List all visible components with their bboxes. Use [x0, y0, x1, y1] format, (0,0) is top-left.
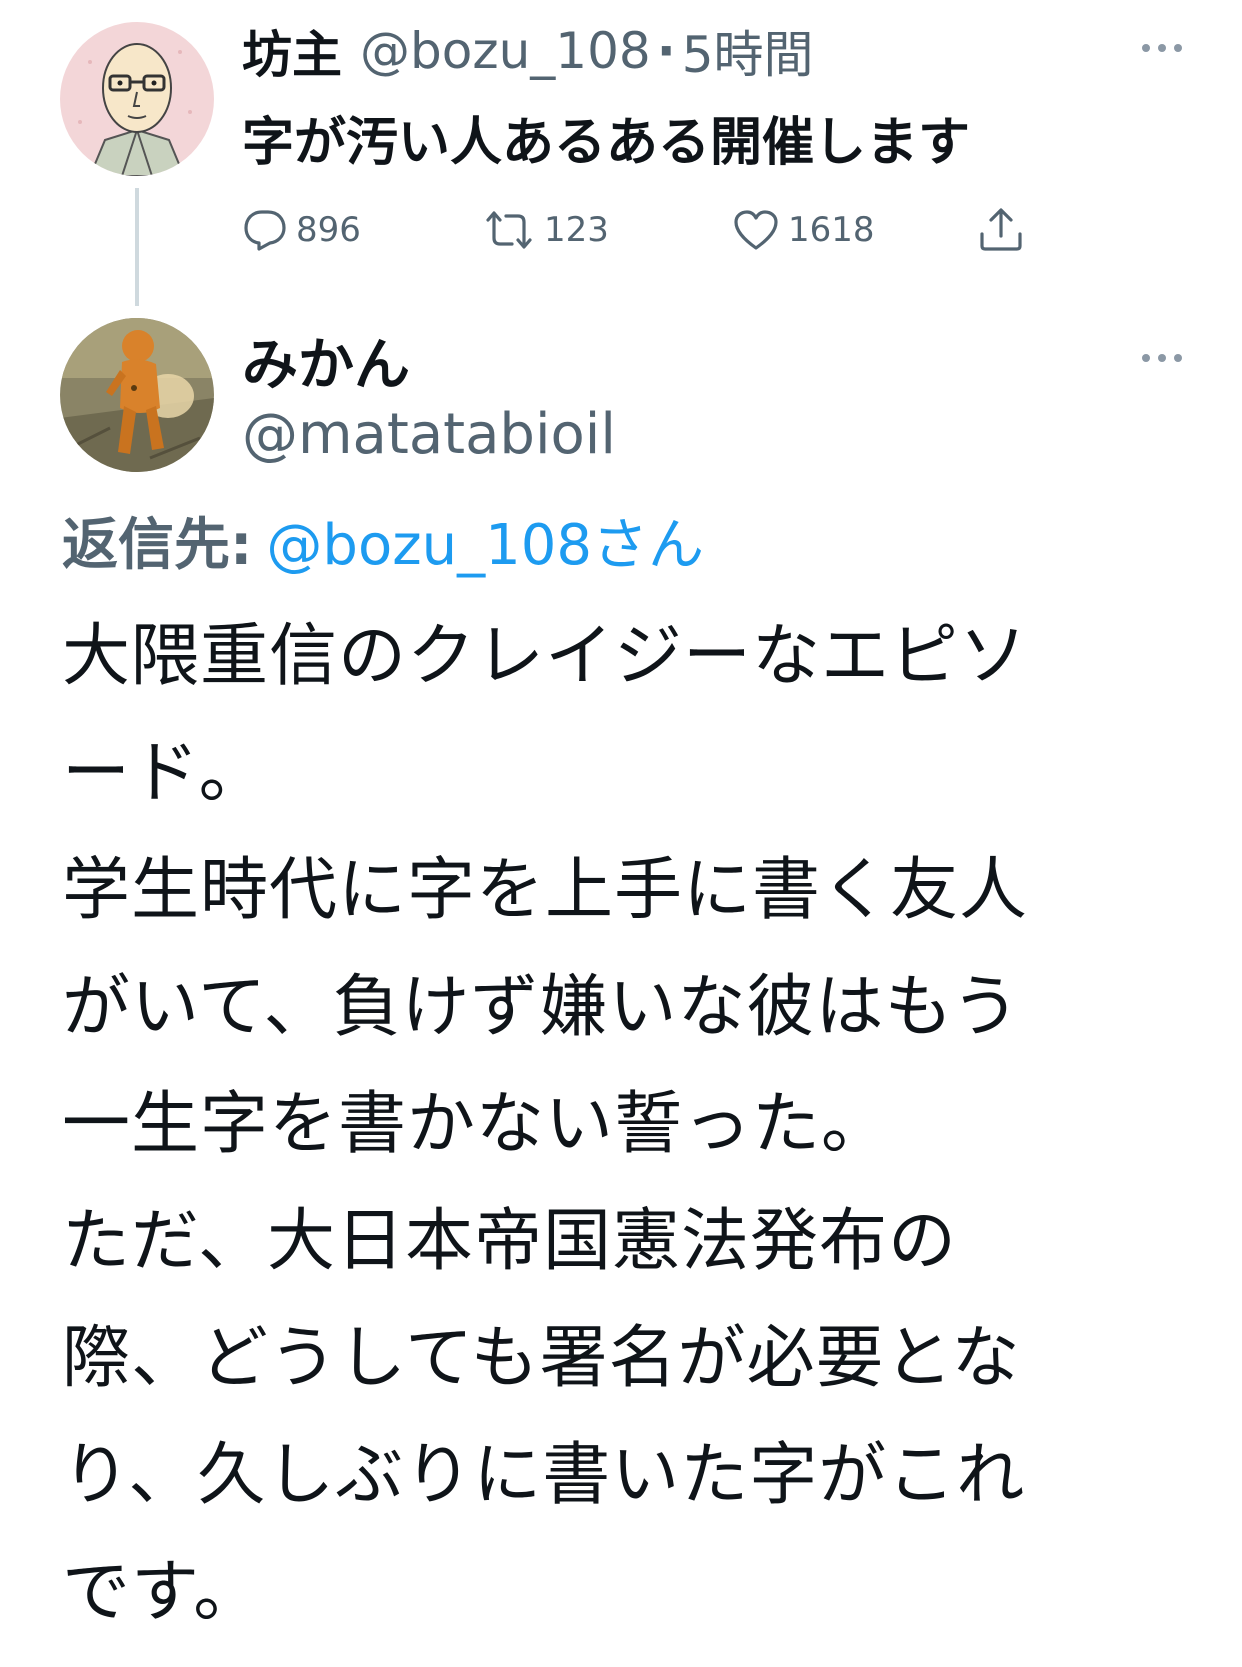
heart-icon: [734, 210, 778, 250]
retweet-arrows-icon: [486, 211, 532, 249]
reply-button[interactable]: 896: [242, 200, 361, 260]
reply-text-line: ただ、大日本帝国憲法発布の: [62, 1202, 957, 1281]
like-count: 1618: [788, 210, 875, 250]
replying-to-handle-link[interactable]: @bozu_108さん: [266, 513, 704, 578]
reply-bubble-icon: [244, 210, 286, 251]
reply-text-line: 学生時代に字を上手に書く友人: [62, 851, 1029, 930]
thread-line: [135, 188, 139, 306]
parent-tweet-text: 字が汚い人あるある開催します: [242, 113, 971, 173]
reply-text-line: です。: [62, 1553, 263, 1632]
reply-text-line: り、久しぶりに書いた字がこれ: [62, 1436, 1026, 1515]
replying-to: 返信先: @bozu_108さん: [62, 500, 704, 581]
parent-separator: ·: [656, 22, 676, 80]
parent-header: 坊主 @bozu_108 · 5時間: [242, 18, 814, 84]
parent-display-name[interactable]: 坊主: [242, 15, 342, 87]
orange-figure-avatar-icon: [60, 318, 214, 472]
share-upload-icon: [980, 208, 1022, 251]
reply-handle[interactable]: @matatabioil: [242, 402, 616, 467]
retweet-button[interactable]: 123: [482, 200, 609, 260]
retweet-count: 123: [544, 210, 609, 250]
share-button[interactable]: [977, 200, 1025, 260]
parent-more-icon[interactable]: [1142, 42, 1186, 54]
parent-actions: 896 123 1618: [242, 200, 1042, 260]
cartoon-monk-avatar-icon: [60, 22, 214, 176]
reply-text-line: 際、どうしても署名が必要とな: [62, 1319, 1021, 1398]
reply-text-line: 一生字を書かない誓った。: [62, 1085, 891, 1164]
reply-tweet-text: 大隈重信のクレイジーなエピソ ード。 学生時代に字を上手に書く友人 がいて、負け…: [62, 598, 1212, 1651]
reply-more-icon[interactable]: [1142, 352, 1186, 364]
like-button[interactable]: 1618: [732, 200, 875, 260]
reply-text-line: ード。: [62, 734, 268, 813]
parent-avatar[interactable]: [60, 22, 214, 176]
replying-to-label: 返信先:: [62, 513, 253, 578]
parent-handle[interactable]: @bozu_108: [360, 22, 651, 80]
reply-count: 896: [296, 210, 361, 250]
parent-timestamp[interactable]: 5時間: [682, 15, 814, 87]
reply-avatar[interactable]: [60, 318, 214, 472]
parent-tweet[interactable]: 坊主 @bozu_108 · 5時間 字が汚い人あるある開催します 896 12…: [0, 0, 1242, 306]
reply-display-name[interactable]: みかん: [242, 320, 410, 401]
reply-text-line: 大隈重信のクレイジーなエピソ: [62, 617, 1029, 696]
reply-text-line: がいて、負けず嫌いな彼はもう: [62, 968, 1021, 1047]
